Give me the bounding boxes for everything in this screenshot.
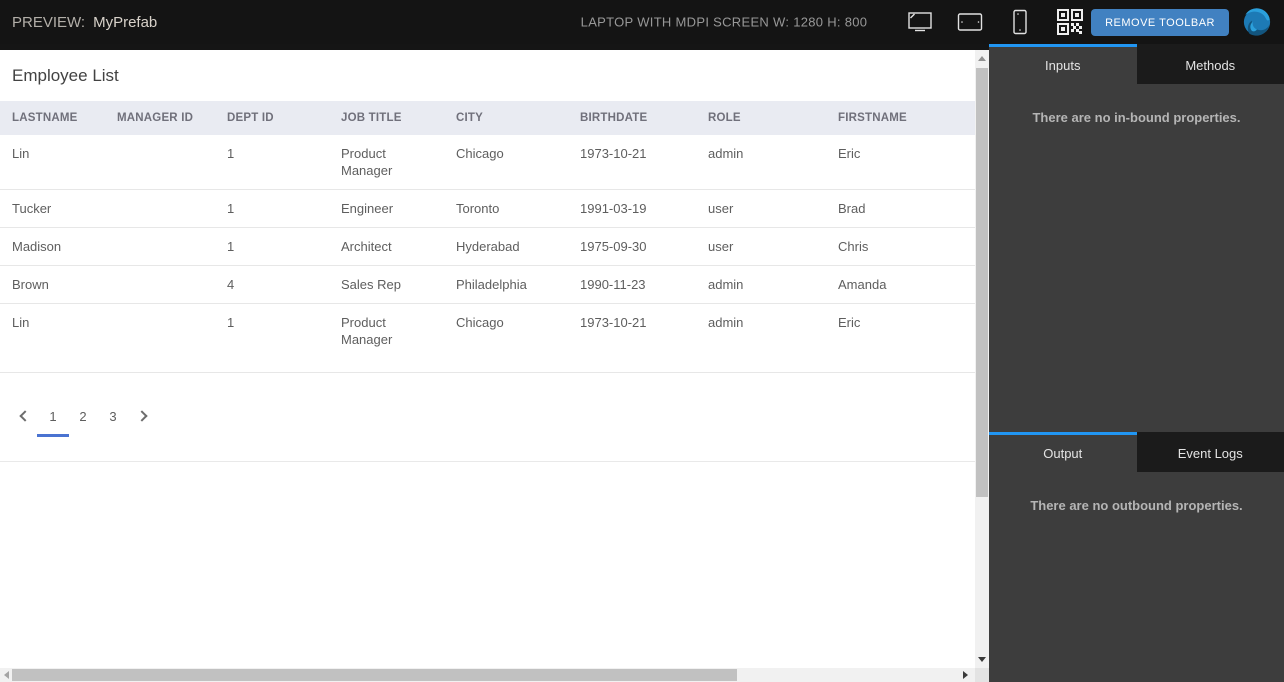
tab-output[interactable]: Output [989,432,1137,472]
top-tab-bar: Inputs Methods [989,44,1284,84]
table-cell: 1973-10-21 [580,146,647,161]
table-cell: 1 [227,201,235,216]
scroll-up-arrow-icon[interactable] [978,56,986,61]
table-cell: 1 [227,239,235,254]
column-header[interactable]: MANAGER ID [105,101,215,135]
scrollbar-corner [975,668,989,682]
table-cell: admin [708,315,744,330]
table-cell: 1990-11-23 [580,277,646,292]
table-cell: Architect [341,239,392,254]
bottom-tab-bar: Output Event Logs [989,432,1284,472]
column-header[interactable]: BIRTHDATE [568,101,696,135]
table-cell: Engineer [341,201,394,216]
vertical-scrollbar[interactable] [975,50,989,668]
table-row[interactable]: Lin 1 Product Manager Chicago 1973-10-21 admi… [0,135,975,190]
wavemaker-logo-icon [1242,7,1272,37]
vertical-scrollbar-thumb[interactable] [976,68,988,497]
chevron-right-icon [135,410,148,422]
output-section: Output Event Logs There are no outbound … [989,432,1284,513]
horizontal-scrollbar[interactable] [0,668,975,682]
table-cell: Toronto [456,201,500,216]
table-cell: user [708,201,734,216]
preview-label: PREVIEW: [12,13,86,31]
table-row[interactable]: Brown 4 Sales Rep Philadelphia 1990-11-23 adm… [0,266,975,304]
page-number-1[interactable]: 1 [37,403,69,437]
column-header[interactable]: ROLE [696,101,826,135]
scroll-right-arrow-icon[interactable] [963,671,968,679]
table-cell: admin [708,277,744,292]
prefab-properties-panel: Inputs Methods There are no in-bound pro… [989,44,1284,682]
remove-toolbar-button[interactable]: REMOVE TOOLBAR [1091,9,1229,36]
table-cell: Brad [838,201,866,216]
table-cell [105,190,215,227]
tab-event-logs[interactable]: Event Logs [1136,432,1284,472]
table-cell [105,135,215,189]
table-cell [105,304,215,358]
table-cell: Eric [838,315,861,330]
prev-page-button[interactable] [8,403,38,429]
table-cell: Philadelphia [456,277,527,292]
next-page-button[interactable] [128,403,158,429]
scroll-left-arrow-icon[interactable] [4,671,9,679]
table-cell: Madison [12,239,62,254]
table-cell: Tucker [12,201,52,216]
chevron-left-icon [18,410,31,422]
table-header-row: LASTNAME MANAGER ID DEPT ID JOB TITLE CITY BI… [0,101,975,135]
table-cell: 1 [227,315,235,330]
table-cell: Chicago [456,146,504,161]
table-cell: Lin [12,146,30,161]
column-header[interactable]: CITY [444,101,568,135]
table-cell: Chris [838,239,869,254]
table-cell: Chicago [456,315,504,330]
table-cell: Sales Rep [341,277,401,292]
horizontal-scrollbar-thumb[interactable] [12,669,737,681]
inputs-section: Inputs Methods There are no in-bound pro… [989,44,1284,432]
table-cell: Eric [838,146,861,161]
employee-table: LASTNAME MANAGER ID DEPT ID JOB TITLE CITY BI… [0,101,975,373]
table-cell: 1 [227,146,235,161]
prefab-preview-canvas: Employee List LASTNAME MANAGER ID DEPT ID J… [0,50,975,668]
prefab-name: MyPrefab [93,13,158,31]
laptop-icon[interactable] [906,8,934,36]
tab-inputs[interactable]: Inputs [989,44,1137,84]
table-cell: 1991-03-19 [580,201,647,216]
table-cell: Product Manager [341,146,393,178]
table-cell: Lin [12,315,30,330]
pagination: 123 [8,403,975,437]
page-number-3[interactable]: 3 [98,403,128,429]
tab-methods[interactable]: Methods [1136,44,1284,84]
page-title: Employee List [12,66,119,85]
table-body: Lin 1 Product Manager Chicago 1973-10-21 admi… [0,135,975,373]
table-cell: Amanda [838,277,887,292]
tablet-icon[interactable] [956,8,984,36]
table-cell [105,266,215,303]
output-empty-message: There are no outbound properties. [1030,498,1243,513]
table-cell: Product Manager [341,315,393,347]
scroll-down-arrow-icon[interactable] [978,657,986,662]
preview-toolbar: PREVIEW: MyPrefab LAPTOP WITH MDPI SCREE… [0,0,1284,44]
table-cell [105,228,215,265]
grid-bottom-border [0,429,975,462]
table-cell: Brown [12,277,49,292]
inputs-empty-message: There are no in-bound properties. [1032,110,1241,125]
table-cell: admin [708,146,744,161]
page-number-2[interactable]: 2 [68,403,98,429]
table-row[interactable]: Lin 1 Product Manager Chicago 1973-10-21 admi… [0,304,975,373]
column-header[interactable]: JOB TITLE [329,101,444,135]
column-header[interactable]: DEPT ID [215,101,329,135]
table-cell: Hyderabad [456,239,520,254]
table-cell: user [708,239,734,254]
column-header[interactable]: FIRSTNAME [826,101,975,135]
table-row[interactable]: Tucker 1 Engineer Toronto 1991-03-19 user Brad [0,190,975,228]
table-cell: 1975-09-30 [580,239,647,254]
device-preview-switcher [906,0,1084,44]
table-cell: 4 [227,277,235,292]
mobile-icon[interactable] [1006,8,1034,36]
screen-size-info: LAPTOP WITH MDPI SCREEN W: 1280 H: 800 [580,14,868,30]
table-row[interactable]: Madison 1 Architect Hyderabad 1975-09-30 user… [0,228,975,266]
qr-code-icon[interactable] [1056,8,1084,36]
column-header[interactable]: LASTNAME [0,101,105,135]
table-cell: 1973-10-21 [580,315,647,330]
